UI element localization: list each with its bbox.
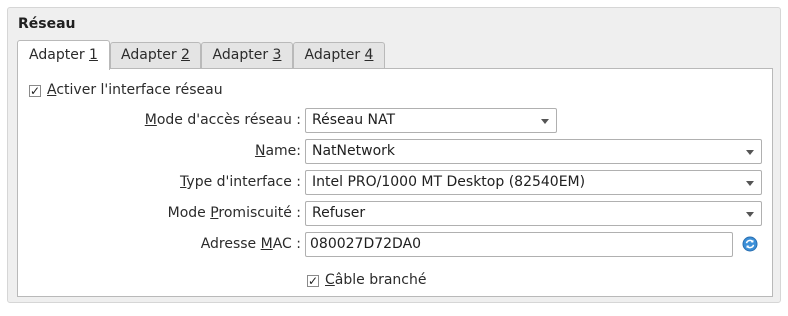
tab-adapter-2[interactable]: Adapter 2 [110,42,201,69]
promiscuous-label: Mode Promiscuité : [168,205,301,221]
promiscuous-select[interactable]: Refuser [305,201,762,226]
tab-label: Adapter [212,47,273,63]
tab-label: Adapter [304,47,365,63]
tab-adapter-1[interactable]: Adapter 1 [17,40,110,70]
name-label: Name: [255,143,301,159]
label-text: romiscuité : [218,205,301,221]
label-text: Mode [167,205,211,221]
label-text: ctiver l'interface réseau [56,82,223,98]
label-text: Adresse [200,236,261,252]
tab-adapter-3[interactable]: Adapter 3 [201,42,293,69]
tab-label: Adapter [29,47,90,63]
mnemonic: M [144,112,157,128]
label-text: ode d'accès réseau : [156,112,301,128]
tab-mnemonic: 3 [272,47,282,63]
mnemonic: C [325,272,335,288]
cable-connected-label: Câble branché [325,272,426,288]
enable-adapter-label: Activer l'interface réseau [47,82,223,98]
cable-connected-checkbox[interactable]: ✓ [307,275,319,287]
adapter-type-value: Intel PRO/1000 MT Desktop (82540EM) [312,174,586,190]
section-title: Réseau [18,16,76,32]
name-select[interactable]: NatNetwork [305,139,762,164]
attachment-value: Réseau NAT [312,112,396,128]
label-text: AC : [272,236,301,252]
refresh-icon [742,236,758,252]
tab-adapter-4[interactable]: Adapter 4 [293,42,385,69]
mac-label: Adresse MAC : [201,236,301,252]
network-group: Réseau Adapter 1 Adapter 2 Adapter 3 Ada… [7,7,781,303]
mac-address-value: 080027D72DA0 [310,236,422,252]
promiscuous-value: Refuser [312,205,366,221]
attachment-select[interactable]: Réseau NAT [305,108,557,133]
name-value: NatNetwork [312,143,395,159]
attachment-label: Mode d'accès réseau : [145,112,301,128]
tab-mnemonic: 4 [364,47,374,63]
check-mark-icon: ✓ [30,84,41,98]
label-text: ype d'interface : [186,174,301,190]
enable-adapter-checkbox[interactable]: ✓ [29,85,41,97]
mnemonic: M [260,236,273,252]
chevron-down-icon [746,212,754,217]
chevron-down-icon [746,150,754,155]
mnemonic: A [47,82,57,98]
check-mark-icon: ✓ [308,274,319,288]
chevron-down-icon [541,119,549,124]
label-text: âble branché [334,272,427,288]
chevron-down-icon [746,181,754,186]
mnemonic: N [254,143,266,159]
mac-address-field[interactable]: 080027D72DA0 [305,232,733,257]
tab-mnemonic: 2 [181,47,190,63]
adapter-type-label: Type d'interface : [180,174,301,190]
label-text: ame: [265,143,301,159]
adapter-type-select[interactable]: Intel PRO/1000 MT Desktop (82540EM) [305,170,762,195]
tab-label: Adapter [121,47,182,63]
refresh-mac-button[interactable] [742,236,758,252]
adapter-panel: ✓ Activer l'interface réseau Mode d'accè… [17,68,773,297]
tab-mnemonic: 1 [89,47,98,63]
